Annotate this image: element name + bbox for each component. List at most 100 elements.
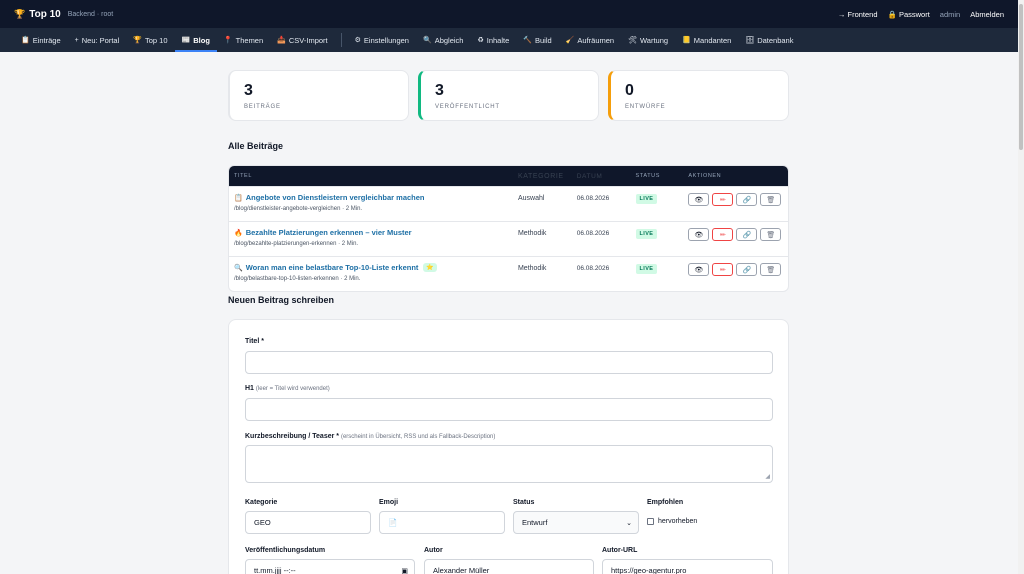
view-button[interactable]: 👁 (688, 228, 710, 241)
frontend-link[interactable]: → Frontend (838, 10, 878, 19)
edit-button[interactable]: ✏ (712, 228, 734, 241)
trophy-icon: 🏆 (133, 37, 142, 44)
date-label: Veröffentlichungsdatum (245, 547, 326, 554)
page-scrollbar[interactable] (1018, 0, 1024, 574)
date-placeholder: tt.mm.jjjj --:-- (254, 566, 296, 574)
fire-icon: 🔥 (234, 229, 243, 237)
emoji-input[interactable]: 📄 (379, 511, 505, 534)
teaser-textarea[interactable]: ◢ (245, 445, 773, 483)
nav-label: Aufräumen (577, 35, 615, 45)
broom-icon: 🧹 (565, 37, 575, 44)
featured-star-icon: ⭐ (423, 263, 437, 272)
nav-item-wartung[interactable]: 🛠 Wartung (621, 28, 675, 52)
author-input[interactable]: Alexander Müller (424, 559, 594, 574)
trophy-icon: 🏆 (14, 8, 26, 19)
nav-item-neu-portal[interactable]: + Neu: Portal (68, 28, 127, 52)
title-input[interactable] (245, 351, 773, 374)
nav-label: Build (535, 35, 552, 45)
link-icon: 🔗 (742, 231, 752, 239)
nav-label: Einträge (32, 35, 61, 45)
post-category: Methodik (517, 230, 547, 237)
view-button[interactable]: 👁 (688, 193, 710, 206)
featured-checkbox[interactable]: hervorheben (647, 518, 697, 525)
nav-label: Einstellungen (363, 35, 409, 45)
view-button[interactable]: 👁 (688, 263, 710, 276)
nav-item-aufraeumen[interactable]: 🧹 Aufräumen (559, 28, 621, 52)
stat-card-posts: 3 BEITRÄGE (228, 70, 409, 121)
nav-item-build[interactable]: 🔨 Build (516, 28, 558, 52)
checkbox-box[interactable] (647, 518, 654, 525)
search-icon: 🔍 (422, 37, 432, 44)
nav-label: Blog (193, 35, 210, 45)
stat-card-drafts: 0 ENTWÜRFE (608, 70, 789, 121)
category-label: Kategorie (245, 499, 278, 506)
nav-label: Themen (235, 35, 264, 45)
inbox-icon: 📥 (277, 37, 286, 44)
edit-button[interactable]: ✏ (712, 263, 734, 276)
post-title-link[interactable]: Woran man eine belastbare Top-10-Liste e… (246, 263, 419, 272)
top-bar: 🏆 Top 10 Backend · root → Frontend 🔒 Pas… (0, 0, 1018, 28)
table-header: TITEL KATEGORIE DATUM STATUS AKTIONEN (229, 166, 788, 186)
plus-icon: + (74, 36, 79, 44)
scrollbar-thumb[interactable] (1019, 4, 1023, 150)
date-input[interactable]: tt.mm.jjjj --:-- ▣ (245, 559, 415, 574)
eye-icon: 👁 (694, 231, 704, 239)
nav-item-top10[interactable]: 🏆 Top 10 (126, 28, 174, 52)
post-title-link[interactable]: Bezahlte Platzierungen erkennen – vier M… (246, 228, 412, 237)
nav-item-einstellungen[interactable]: ⚙ Einstellungen (348, 28, 416, 52)
post-date: 06.08.2026 (576, 265, 610, 272)
nav-item-inhalte[interactable]: ♻ Inhalte (470, 28, 516, 52)
copy-link-button[interactable]: 🔗 (736, 228, 758, 241)
copy-link-button[interactable]: 🔗 (736, 193, 758, 206)
h1-input[interactable] (245, 398, 773, 421)
nav-item-datenbank[interactable]: 🗄 Datenbank (738, 28, 800, 52)
trash-icon: 🗑 (766, 231, 776, 239)
copy-link-button[interactable]: 🔗 (736, 263, 758, 276)
recycle-icon: ♻ (477, 37, 484, 44)
delete-button[interactable]: 🗑 (760, 193, 782, 206)
author-url-input[interactable]: https://geo-agentur.pro (602, 559, 773, 574)
delete-button[interactable]: 🗑 (760, 228, 782, 241)
ledger-icon: 📒 (682, 37, 691, 44)
nav-item-abgleich[interactable]: 🔍 Abgleich (416, 28, 471, 52)
nav-label: Abgleich (434, 35, 464, 45)
tools-icon: 🛠 (628, 37, 637, 44)
nav-label: Datenbank (757, 35, 794, 45)
stat-label: VERÖFFENTLICHT (435, 104, 500, 110)
calendar-icon[interactable]: ▣ (401, 567, 408, 574)
featured-checkbox-label: hervorheben (658, 518, 698, 525)
h1-label-text: H1 (245, 385, 254, 392)
clipboard-icon: 📋 (234, 194, 243, 202)
nav-item-blog[interactable]: 📰 Blog (174, 28, 218, 52)
table-row: 📋 Angebote von Dienstleistern vergleichba… (229, 186, 788, 221)
post-category: Auswahl (517, 195, 545, 202)
current-user: admin (939, 9, 961, 19)
nav-item-mandanten[interactable]: 📒 Mandanten (675, 28, 738, 52)
pencil-icon: ✏ (719, 231, 726, 239)
new-post-form: Titel * H1 (leer = Titel wird verwendet)… (228, 319, 789, 574)
logout-link[interactable]: Abmelden (970, 10, 1004, 19)
search-icon: 🔍 (234, 264, 243, 272)
post-title-link[interactable]: Angebote von Dienstleistern vergleichbar… (246, 193, 425, 202)
nav-item-csv-import[interactable]: 📥 CSV-Import (270, 28, 334, 52)
brand[interactable]: 🏆 Top 10 Backend · root (14, 9, 113, 20)
pencil-icon: ✏ (719, 266, 726, 274)
resize-handle-icon[interactable]: ◢ (765, 473, 770, 480)
category-input[interactable]: GEO (245, 511, 371, 534)
trash-icon: 🗑 (766, 266, 776, 274)
teaser-label-text: Kurzbeschreibung / Teaser * (245, 433, 340, 440)
password-link[interactable]: 🔒 Passwort (888, 10, 930, 19)
stat-label: BEITRÄGE (244, 104, 281, 110)
status-select[interactable]: Entwurf ⌄ (513, 511, 639, 534)
nav-item-eintraege[interactable]: 📋 Einträge (14, 28, 68, 52)
newspaper-icon: 📰 (181, 37, 191, 44)
edit-button[interactable]: ✏ (712, 193, 734, 206)
col-status: STATUS (635, 173, 661, 179)
author-label: Autor (424, 547, 443, 554)
emoji-label: Emoji (379, 499, 399, 506)
nav-item-themen[interactable]: 📍 Themen (217, 28, 270, 52)
featured-label: Empfohlen (647, 499, 684, 506)
delete-button[interactable]: 🗑 (760, 263, 782, 276)
eye-icon: 👁 (694, 266, 704, 274)
gear-icon: ⚙ (354, 37, 361, 44)
